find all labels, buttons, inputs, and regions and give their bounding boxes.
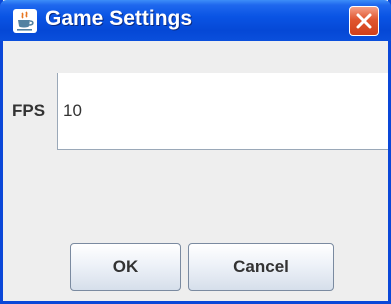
- dialog-content: FPS OK Cancel: [3, 41, 388, 301]
- game-settings-dialog: Game Settings FPS OK Cancel: [0, 0, 391, 304]
- close-button[interactable]: [349, 6, 379, 36]
- fps-label: FPS: [12, 101, 46, 120]
- ok-button[interactable]: OK: [70, 243, 181, 291]
- title-bar[interactable]: Game Settings: [0, 0, 391, 41]
- window-title: Game Settings: [45, 7, 193, 30]
- cancel-button[interactable]: Cancel: [188, 243, 334, 291]
- close-icon: [356, 13, 372, 29]
- java-cup-icon: [13, 9, 37, 33]
- fps-input[interactable]: [57, 73, 388, 150]
